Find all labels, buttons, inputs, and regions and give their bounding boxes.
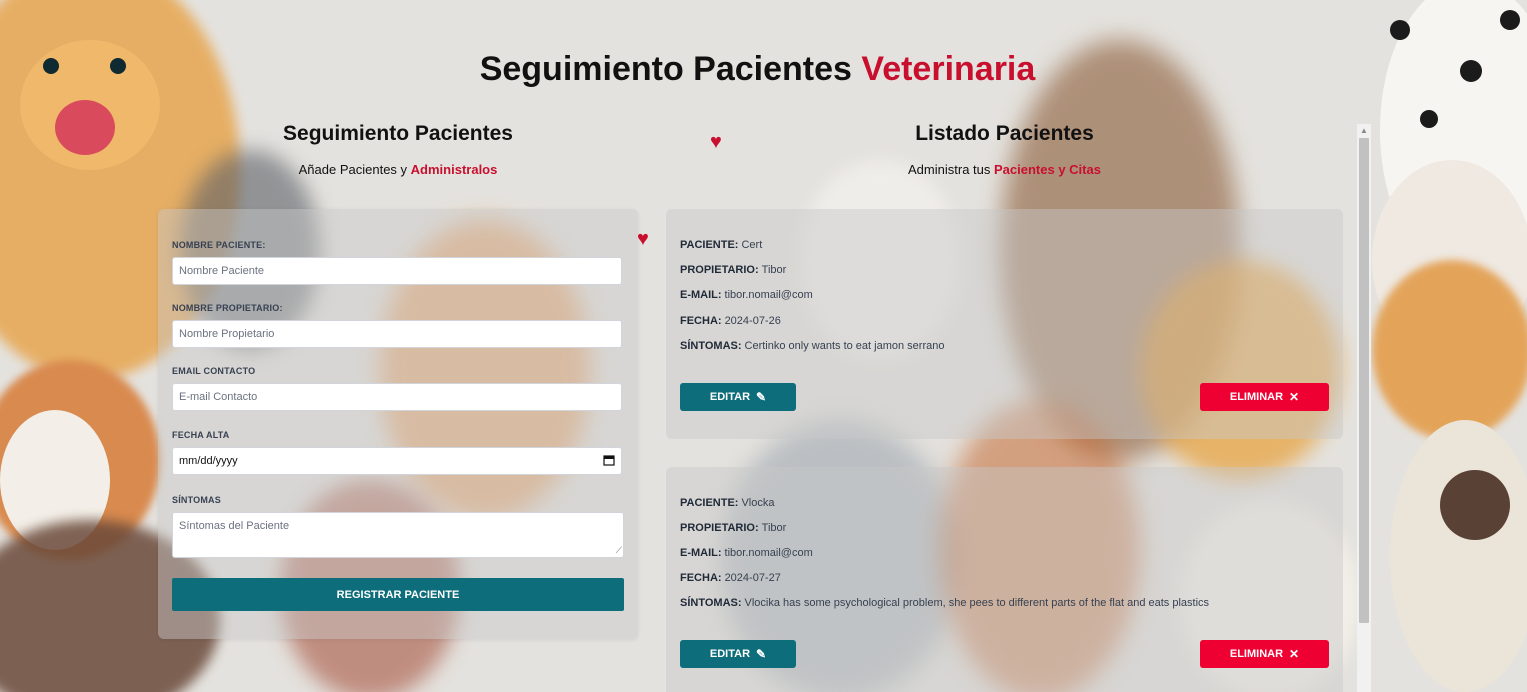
edit-button[interactable]: Editar ✎: [680, 640, 796, 668]
patient-name-input[interactable]: [172, 257, 622, 285]
edit-button[interactable]: Editar ✎: [680, 383, 796, 411]
form-section-title: Seguimiento Pacientes: [283, 122, 513, 145]
scrollbar-thumb[interactable]: [1359, 138, 1369, 623]
symptoms-wrapper: ⟋: [172, 512, 624, 558]
patient-email-row: E-mail: tibor.nomail@com: [680, 547, 813, 559]
symptoms-label: Síntomas: [172, 495, 221, 505]
symptoms-textarea[interactable]: [172, 512, 624, 558]
delete-button[interactable]: Eliminar ✕: [1200, 640, 1329, 668]
x-mark-icon: ✕: [1289, 390, 1300, 404]
patient-owner-row: Propietario: Tibor: [680, 264, 787, 276]
email-input[interactable]: [172, 383, 622, 411]
owner-name-label: Nombre Propietario:: [172, 303, 283, 313]
patient-name-label: Nombre Paciente:: [172, 240, 266, 250]
page-title: Seguimiento Pacientes Veterinaria: [479, 50, 1036, 88]
patient-card: Paciente: Cert Propietario: Tibor E-mail: t…: [666, 209, 1343, 439]
register-patient-button[interactable]: Registrar Paciente: [172, 578, 624, 611]
delete-button[interactable]: Eliminar ✕: [1200, 383, 1329, 411]
date-input[interactable]: mm/dd/yyyy: [172, 447, 622, 475]
email-label: Email Contacto: [172, 366, 256, 376]
heart-icon: ♥: [637, 228, 649, 250]
form-section-subtitle: Añade Pacientes y Administralos: [298, 162, 498, 177]
date-label: Fecha Alta: [172, 430, 230, 440]
calendar-icon[interactable]: [603, 454, 615, 469]
scroll-up-arrow-icon[interactable]: ▲: [1360, 126, 1368, 135]
resize-handle-icon[interactable]: ⟋: [616, 545, 622, 556]
patient-name-row: Paciente: Vlocka: [680, 497, 775, 509]
patient-email-row: E-mail: tibor.nomail@com: [680, 289, 813, 301]
patient-name-row: Paciente: Cert: [680, 239, 763, 251]
x-mark-icon: ✕: [1289, 647, 1300, 661]
patient-symptoms-row: Síntomas: Certinko only wants to eat jamo…: [680, 340, 945, 352]
pencil-icon: ✎: [756, 647, 767, 661]
patients-list[interactable]: Paciente: Cert Propietario: Tibor E-mail: t…: [666, 124, 1371, 692]
patient-form: Nombre Paciente: Nombre Propietario: Ema…: [158, 209, 638, 639]
pencil-icon: ✎: [756, 390, 767, 404]
patient-symptoms-row: Síntomas: Vlocika has some psychological …: [680, 597, 1210, 609]
patient-date-row: Fecha: 2024-07-27: [680, 572, 781, 584]
list-scrollbar[interactable]: ▲: [1357, 124, 1371, 692]
patient-card: Paciente: Vlocka Propietario: Tibor E-mail…: [666, 467, 1343, 692]
patient-date-row: Fecha: 2024-07-26: [680, 315, 781, 327]
date-placeholder: mm/dd/yyyy: [179, 455, 238, 467]
owner-name-input[interactable]: [172, 320, 622, 348]
patient-owner-row: Propietario: Tibor: [680, 522, 787, 534]
